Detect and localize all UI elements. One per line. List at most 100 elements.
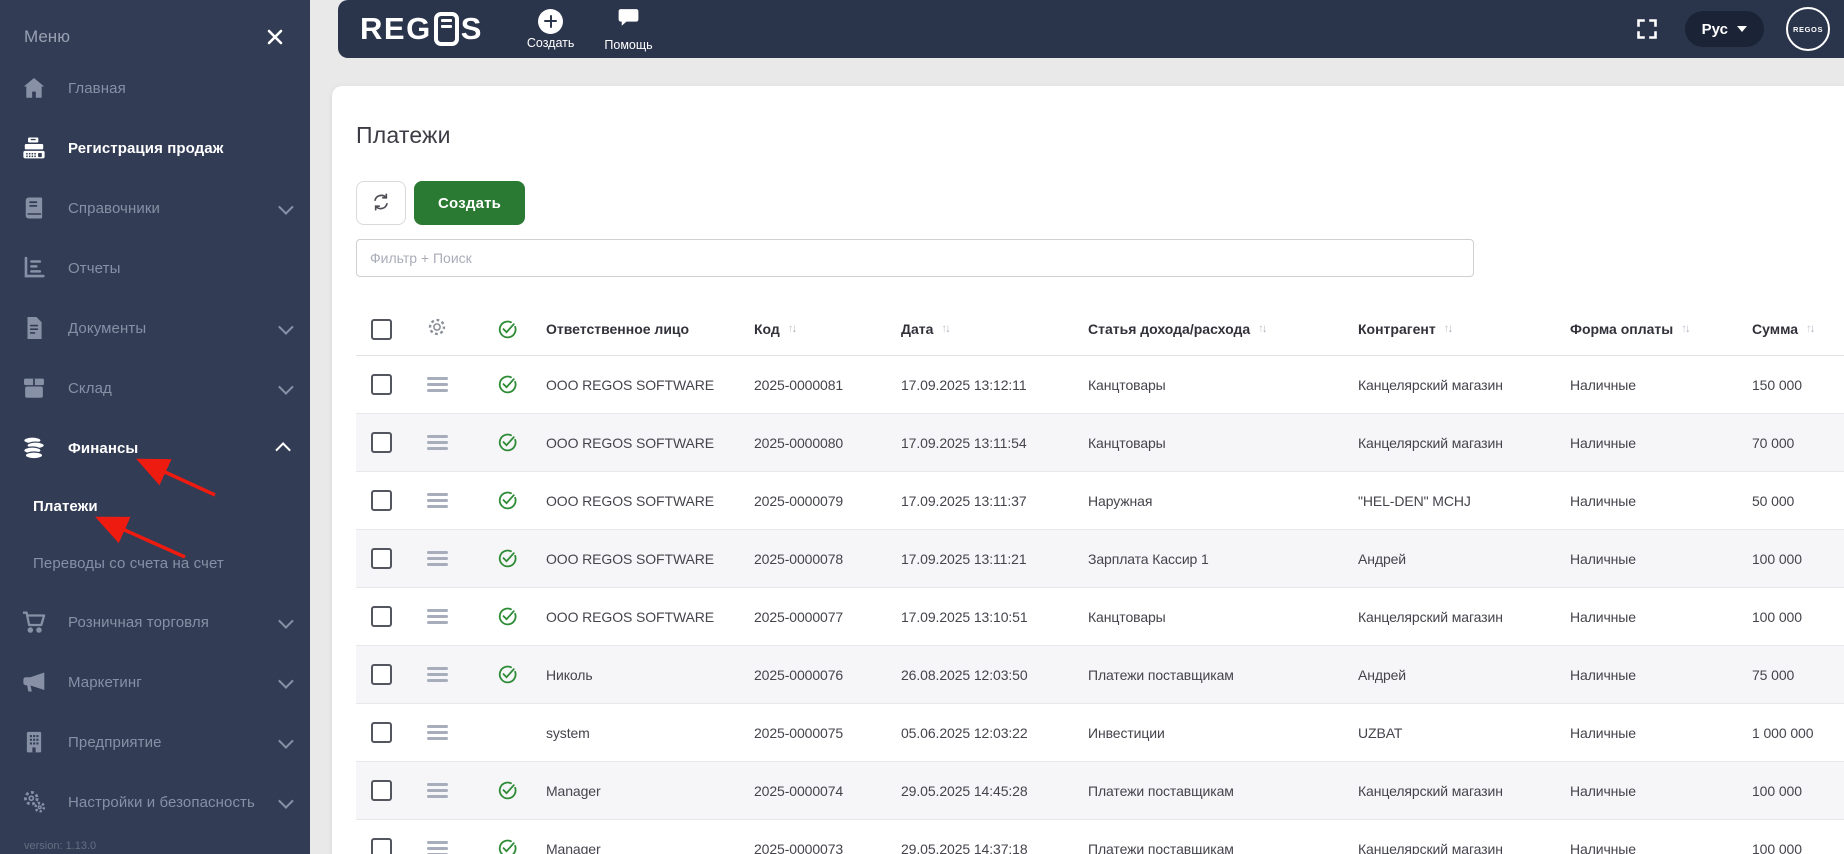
sidebar-item-home[interactable]: Главная	[0, 58, 310, 118]
table-row[interactable]: Manager 2025-0000073 29.05.2025 14:37:18 Пл…	[356, 820, 1844, 854]
sidebar-item-payments[interactable]: Платежи	[0, 478, 310, 535]
home-icon	[20, 75, 47, 102]
sidebar-item-finance[interactable]: Финансы	[0, 418, 310, 478]
row-checkbox[interactable]	[370, 664, 392, 685]
cell-amount: 100 000	[1752, 782, 1802, 799]
cell-responsible: Manager	[546, 782, 601, 799]
select-all-checkbox[interactable]	[370, 318, 392, 340]
sidebar-item-warehouse[interactable]: Склад	[0, 358, 310, 418]
table-row[interactable]: Manager 2025-0000074 29.05.2025 14:45:28 Пл…	[356, 762, 1844, 820]
cell-contragent: Канцелярский магазин	[1358, 782, 1503, 799]
row-checkbox[interactable]	[370, 432, 392, 453]
table-row[interactable]: Николь 2025-0000076 26.08.2025 12:03:50 Пла…	[356, 646, 1844, 704]
column-label: Сумма	[1752, 321, 1799, 337]
avatar-label: REGOS	[1792, 24, 1824, 34]
sidebar-item-enterprise[interactable]: Предприятие	[0, 712, 310, 772]
regos-logo[interactable]: REG S	[360, 11, 483, 47]
table-row[interactable]: OOO REGOS SOFTWARE 2025-0000077 17.09.2025…	[356, 588, 1844, 646]
cell-contragent: "HEL-DEN" MCHJ	[1358, 492, 1471, 509]
row-checkbox[interactable]	[370, 606, 392, 627]
sidebar-item-transfers[interactable]: Переводы со счета на счет	[0, 535, 310, 592]
row-checkbox[interactable]	[370, 374, 392, 395]
search-input[interactable]	[356, 239, 1474, 277]
table-row[interactable]: OOO REGOS SOFTWARE 2025-0000078 17.09.2025…	[356, 530, 1844, 588]
cell-amount: 70 000	[1752, 434, 1795, 451]
cell-responsible: OOO REGOS SOFTWARE	[546, 492, 715, 509]
navbar-create-button[interactable]: Создать	[527, 8, 574, 50]
sidebar-item-retail[interactable]: Розничная торговля	[0, 592, 310, 652]
row-checkbox[interactable]	[370, 780, 392, 801]
cell-contragent: Канцелярский магазин	[1358, 376, 1503, 393]
cell-responsible: OOO REGOS SOFTWARE	[546, 376, 715, 393]
row-menu-icon[interactable]	[426, 722, 448, 743]
megaphone-icon	[20, 669, 47, 696]
sidebar-item-label: Настройки и безопасность	[68, 793, 255, 811]
row-checkbox[interactable]	[370, 722, 392, 743]
cell-amount: 75 000	[1752, 666, 1795, 683]
row-menu-icon[interactable]	[426, 374, 448, 395]
navbar-help-button[interactable]: Помощь	[604, 6, 653, 52]
user-avatar[interactable]: REGOS	[1786, 7, 1830, 51]
column-label: Контрагент	[1358, 321, 1436, 337]
cell-payment_form: Наличные	[1570, 608, 1636, 625]
sidebar-item-sales-register[interactable]: Регистрация продаж	[0, 118, 310, 178]
sidebar-item-label: Розничная торговля	[68, 613, 209, 631]
table-row[interactable]: system 2025-0000075 05.06.2025 12:03:22 Инв…	[356, 704, 1844, 762]
language-selector[interactable]: Рус	[1684, 11, 1764, 47]
row-checkbox[interactable]	[370, 838, 392, 854]
row-menu-icon[interactable]	[426, 548, 448, 569]
table-row[interactable]: OOO REGOS SOFTWARE 2025-0000079 17.09.2025…	[356, 472, 1844, 530]
cell-payment_form: Наличные	[1570, 840, 1636, 854]
sidebar-header: Меню	[0, 0, 310, 52]
approved-check-icon	[497, 432, 518, 453]
cell-code: 2025-0000079	[754, 492, 844, 509]
sidebar-item-label: Платежи	[33, 498, 98, 515]
payments-table: Ответственное лицо Код ↑ ↓ Дата ↑ ↓ Статья дохо…	[356, 303, 1844, 854]
approved-filter-icon[interactable]	[468, 319, 546, 340]
column-header-date[interactable]: Дата ↑ ↓	[901, 321, 1088, 337]
cell-amount: 1 000 000	[1752, 724, 1814, 741]
sidebar-item-documents[interactable]: Документы	[0, 298, 310, 358]
table-row[interactable]: OOO REGOS SOFTWARE 2025-0000080 17.09.2025…	[356, 414, 1844, 472]
cell-contragent: Канцелярский магазин	[1358, 840, 1503, 854]
fullscreen-icon[interactable]	[1635, 17, 1659, 41]
cell-amount: 100 000	[1752, 550, 1802, 567]
report-icon	[20, 255, 47, 282]
row-menu-icon[interactable]	[426, 838, 448, 854]
sidebar-item-settings[interactable]: Настройки и безопасность	[0, 772, 310, 832]
sidebar-item-label: Документы	[68, 319, 147, 337]
sidebar-item-directories[interactable]: Справочники	[0, 178, 310, 238]
row-menu-icon[interactable]	[426, 432, 448, 453]
cart-icon	[20, 609, 47, 636]
row-menu-icon[interactable]	[426, 664, 448, 685]
cell-payment_form: Наличные	[1570, 666, 1636, 683]
cell-payment_form: Наличные	[1570, 550, 1636, 567]
row-menu-icon[interactable]	[426, 606, 448, 627]
sidebar-item-label: Главная	[68, 79, 126, 97]
table-row[interactable]: OOO REGOS SOFTWARE 2025-0000081 17.09.2025…	[356, 356, 1844, 414]
cell-date: 17.09.2025 13:11:37	[901, 492, 1027, 509]
column-label: Дата	[901, 321, 934, 337]
approved-check-icon	[497, 548, 518, 569]
row-menu-icon[interactable]	[426, 780, 448, 801]
column-header-payment_form[interactable]: Форма оплаты ↑ ↓	[1570, 321, 1752, 337]
column-header-article[interactable]: Статья дохода/расхода ↑ ↓	[1088, 321, 1358, 337]
row-checkbox[interactable]	[370, 490, 392, 511]
sidebar-item-reports[interactable]: Отчеты	[0, 238, 310, 298]
column-settings-button[interactable]	[406, 316, 468, 343]
column-header-contragent[interactable]: Контрагент ↑ ↓	[1358, 321, 1570, 337]
cell-responsible: Николь	[546, 666, 593, 683]
column-header-code[interactable]: Код ↑ ↓	[754, 321, 901, 337]
sidebar-item-marketing[interactable]: Маркетинг	[0, 652, 310, 712]
approved-check-icon	[497, 490, 518, 511]
chevron-down-icon	[278, 378, 294, 395]
refresh-button[interactable]	[356, 181, 406, 225]
row-menu-icon[interactable]	[426, 490, 448, 511]
column-header-amount[interactable]: Сумма ↑ ↓	[1752, 321, 1844, 337]
cell-article: Платежи поставщикам	[1088, 840, 1234, 854]
create-payment-button[interactable]: Создать	[414, 181, 526, 225]
row-checkbox[interactable]	[370, 548, 392, 569]
close-icon[interactable]	[264, 26, 286, 48]
cell-date: 05.06.2025 12:03:22	[901, 724, 1028, 741]
cell-amount: 100 000	[1752, 608, 1802, 625]
